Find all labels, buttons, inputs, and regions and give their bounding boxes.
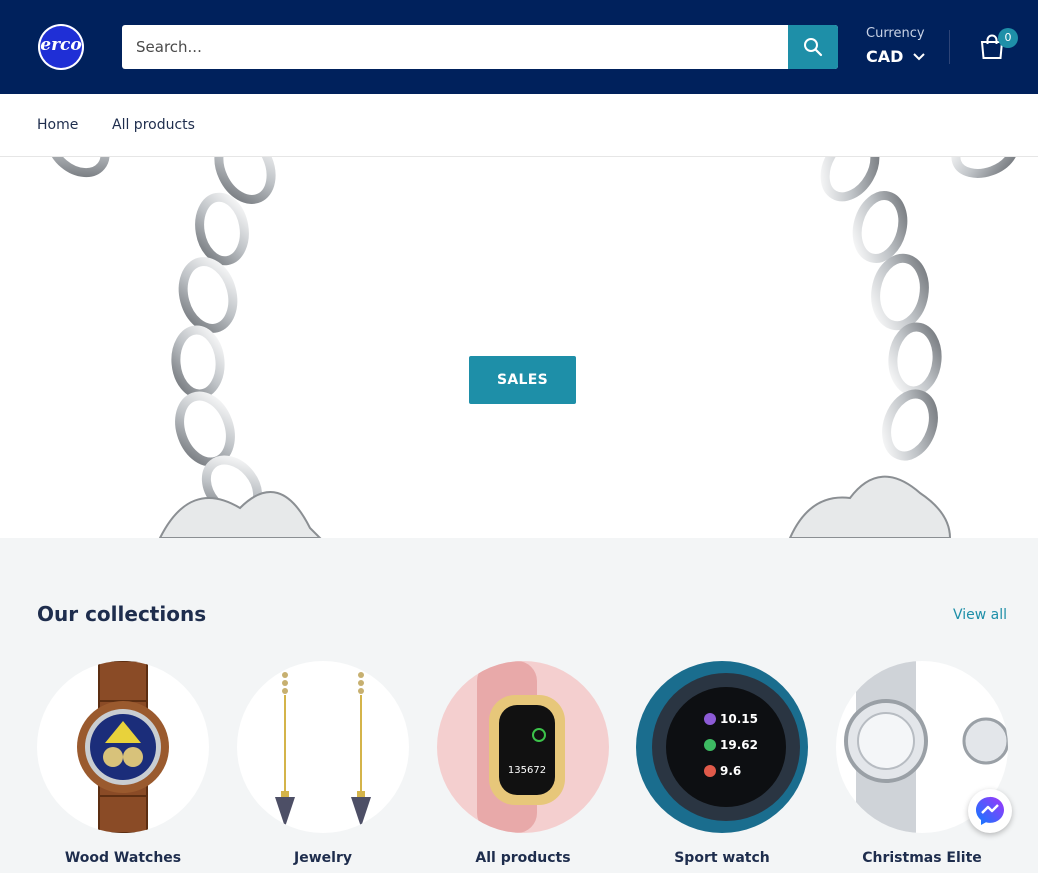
chevron-down-icon (913, 52, 926, 60)
collection-name: All products (475, 850, 571, 866)
site-header: erco Currency CAD 0 (0, 0, 1038, 94)
logo-text: erco (40, 35, 82, 55)
svg-text:10.15: 10.15 (720, 712, 758, 726)
collection-name: Christmas Elite (862, 850, 982, 866)
collection-item-wood-watches[interactable]: Wood Watches (37, 661, 209, 866)
view-all-link[interactable]: View all (953, 607, 1007, 623)
currency-label: Currency (866, 26, 925, 41)
hero-banner: SALES (0, 157, 1038, 538)
store-logo[interactable]: erco (38, 24, 84, 70)
nav-item-all-products[interactable]: All products (112, 117, 195, 133)
svg-text:19.62: 19.62 (720, 738, 758, 752)
collection-item-sport-watch[interactable]: 10.15 19.62 9.6 Sport watch (636, 661, 808, 866)
sales-button[interactable]: SALES (469, 356, 576, 404)
search-button[interactable] (788, 25, 838, 69)
currency-selector[interactable]: Currency CAD (866, 26, 926, 66)
collections-section: Our collections View all Wood Watches Je… (0, 538, 1038, 873)
collection-name: Wood Watches (64, 850, 182, 866)
collection-image: 135672 (437, 661, 609, 833)
header-divider (949, 30, 950, 64)
svg-text:135672: 135672 (508, 765, 546, 776)
search-bar (122, 25, 838, 69)
collection-image: 10.15 19.62 9.6 (636, 661, 808, 833)
svg-text:9.6: 9.6 (720, 764, 741, 778)
cart-count-badge: 0 (998, 28, 1018, 48)
collection-item-jewelry[interactable]: Jewelry (237, 661, 409, 866)
bracelet-image (46, 157, 1019, 538)
collection-image (37, 661, 209, 833)
currency-value: CAD (866, 47, 904, 66)
collection-name: Jewelry (294, 850, 352, 866)
collection-item-all-products[interactable]: 135672 All products (437, 661, 609, 866)
main-navigation: Home All products (0, 94, 1038, 157)
search-icon (804, 38, 823, 57)
collection-name: Sport watch (674, 850, 770, 866)
search-input[interactable] (122, 25, 788, 69)
collection-image (237, 661, 409, 833)
messenger-icon (976, 796, 1004, 825)
messenger-chat-button[interactable] (968, 789, 1012, 833)
nav-item-home[interactable]: Home (37, 117, 78, 133)
collections-title: Our collections (37, 602, 207, 626)
